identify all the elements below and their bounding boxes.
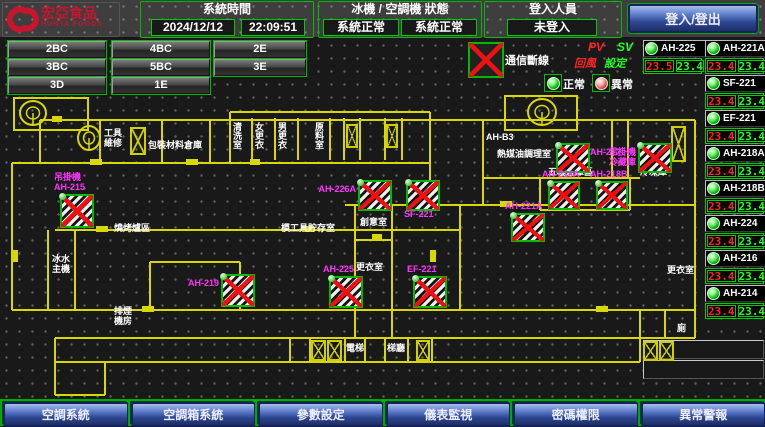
equipment-tag-AH-226A: AH-226A xyxy=(318,184,356,194)
elevator-shaft-icon xyxy=(643,341,658,361)
alarm-x-mark xyxy=(414,277,446,307)
bottom-nav: 空調系統空調箱系統參數設定儀表監視密碼權限異常警報 xyxy=(0,399,765,426)
elevator-shaft-icon xyxy=(671,126,686,162)
system-time-value: 22:09:51 xyxy=(241,19,305,36)
equipment-tag-AH-218B: AH-218B xyxy=(590,169,628,179)
alarm-x-mark xyxy=(222,275,254,306)
ahu-icon-AH-219[interactable] xyxy=(221,274,255,307)
brand-name-en: HUNYA FOODS xyxy=(41,21,103,28)
room-label: AH-B3 xyxy=(486,132,514,142)
equipment-tag-SF-221: SF-221 xyxy=(404,209,434,219)
room-label: 原料室 xyxy=(314,122,323,149)
room-label: 模工具貯存室 xyxy=(281,223,335,233)
equipment-tag-AH-218A: AH-218A xyxy=(542,169,580,179)
login-section: 登入人員 未登入 xyxy=(484,1,622,38)
nav-cell: 空調系統 xyxy=(0,399,128,426)
ahu-icon-AH-218B[interactable] xyxy=(596,181,628,210)
equipment-tag-AH-215: 吊掛機 AH-215 xyxy=(54,172,85,192)
alarm-x-mark xyxy=(330,277,362,307)
ahu-icon-EF-221[interactable] xyxy=(413,276,447,308)
room-label: 清洗室 xyxy=(232,122,241,149)
floor-plan: 工具 維修包裝材料倉庫清洗室女更衣男更衣原料室AH-B3熱媒油調理室五樓倉庫區冷… xyxy=(0,38,765,400)
system-time-title: 系統時間 xyxy=(141,2,313,17)
nav-cell: 空調箱系統 xyxy=(128,399,256,426)
room-label: 創意室 xyxy=(360,217,387,227)
ahu-status-value: 系統正常 xyxy=(401,19,477,36)
system-time-section: 系統時間 2024/12/12 22:09:51 xyxy=(140,1,314,38)
nav-button-異常警報[interactable]: 異常警報 xyxy=(641,402,765,427)
room-label: 男更衣 xyxy=(277,122,286,149)
elevator-shaft-icon xyxy=(346,124,358,148)
ahu-icon-AH-221A[interactable] xyxy=(511,213,545,242)
equipment-tag-AH-219: AH-219 xyxy=(188,278,219,288)
elevator-shaft-icon xyxy=(311,340,326,361)
elevator-shaft-icon xyxy=(386,124,398,148)
alarm-x-mark xyxy=(597,182,627,209)
header-bar: 宏亞食品 HUNYA FOODS 系統時間 2024/12/12 22:09:5… xyxy=(0,0,765,38)
hunya-logo-icon xyxy=(5,4,39,35)
room-label: 梯廳 xyxy=(387,343,405,353)
alarm-x-mark xyxy=(512,214,544,241)
chiller-status-value: 系統正常 xyxy=(323,19,399,36)
nav-button-儀表監視[interactable]: 儀表監視 xyxy=(386,402,512,427)
ahu-icon-AH-218A[interactable] xyxy=(548,181,580,210)
nav-button-空調系統[interactable]: 空調系統 xyxy=(3,402,129,427)
nav-cell: 參數設定 xyxy=(255,399,383,426)
nav-cell: 密碼權限 xyxy=(510,399,638,426)
ahu-icon-AH-225[interactable] xyxy=(329,276,363,308)
room-label: 排煙 機房 xyxy=(114,306,132,326)
nav-button-密碼權限[interactable]: 密碼權限 xyxy=(513,402,639,427)
alarm-x-mark xyxy=(407,181,439,210)
nav-cell: 儀表監視 xyxy=(383,399,511,426)
alarm-x-mark xyxy=(61,195,93,227)
room-label: 女更衣 xyxy=(254,122,263,149)
alarm-x-mark xyxy=(549,182,579,209)
alarm-x-mark xyxy=(359,181,391,210)
nav-button-空調箱系統[interactable]: 空調箱系統 xyxy=(131,402,257,427)
elevator-shaft-icon xyxy=(416,340,430,361)
equipment-tag-冷藏庫: 吊掛機 冷藏庫 xyxy=(609,147,636,167)
nav-button-參數設定[interactable]: 參數設定 xyxy=(258,402,384,427)
system-date-value: 2024/12/12 xyxy=(151,19,235,36)
ahu-icon-AH-226A[interactable] xyxy=(358,180,392,211)
room-label: 電梯 xyxy=(346,343,364,353)
login-title: 登入人員 xyxy=(485,2,621,17)
room-label: 包裝材料倉庫 xyxy=(148,140,202,150)
login-logout-button[interactable]: 登入/登出 xyxy=(628,4,758,33)
room-label: 冰水 主機 xyxy=(52,254,70,274)
alarm-x-mark xyxy=(557,144,589,172)
ahu-icon-冷藏庫[interactable] xyxy=(638,143,672,173)
machine-status-title: 冰機 / 空調機 狀態 xyxy=(319,2,481,17)
elevator-shaft-icon xyxy=(130,127,146,155)
alarm-x-mark xyxy=(639,144,671,172)
ahu-icon-SF-221[interactable] xyxy=(406,180,440,211)
room-label: 更衣室 xyxy=(667,265,694,275)
room-label: 熱媒油調理室 xyxy=(497,149,551,159)
room-label: 工具 維修 xyxy=(104,128,122,148)
equipment-tag-EF-221: EF-221 xyxy=(407,264,437,274)
equipment-tag-AH-225: AH-225 xyxy=(323,264,354,274)
room-label: 更衣室 xyxy=(356,262,383,272)
room-label: 廁 xyxy=(677,323,686,333)
login-status-value: 未登入 xyxy=(507,19,597,36)
ahu-icon-AH-215[interactable] xyxy=(60,194,94,228)
nav-cell: 異常警報 xyxy=(638,399,765,426)
equipment-tag-AH-221A: AH-221A xyxy=(505,201,543,211)
logo: 宏亞食品 HUNYA FOODS xyxy=(2,2,120,37)
elevator-shaft-icon xyxy=(659,341,674,361)
room-label: 燒烤爐區 xyxy=(114,223,150,233)
elevator-shaft-icon xyxy=(327,340,342,361)
brand-name: 宏亞食品 xyxy=(41,6,103,21)
machine-status-section: 冰機 / 空調機 狀態 系統正常 系統正常 xyxy=(318,1,482,38)
